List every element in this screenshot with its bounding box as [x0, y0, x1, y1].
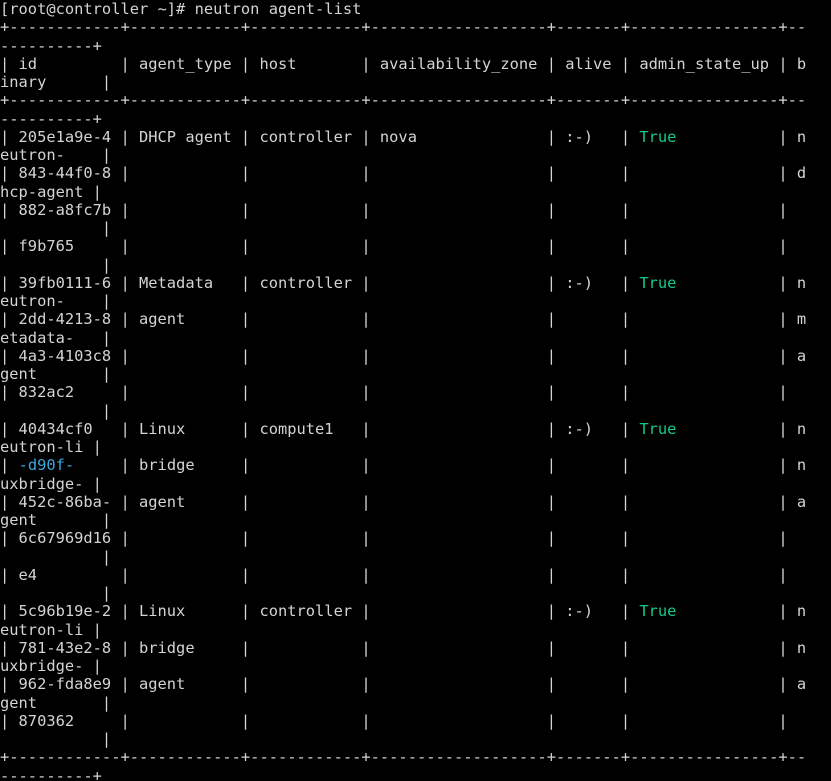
admin-state-value: True	[639, 602, 677, 621]
line-text: gent |	[0, 365, 112, 383]
output-line: +------------+------------+------------+…	[0, 18, 831, 36]
output-line: ----------+	[0, 37, 831, 55]
line-text: uxbridge- |	[0, 474, 102, 493]
output-line: etadata- |	[0, 329, 831, 347]
output-line: gent |	[0, 365, 831, 383]
output-line: |	[0, 584, 831, 602]
output-line: eutron- |	[0, 292, 831, 310]
terminal-window[interactable]: [root@controller ~]# neutron agent-list +…	[0, 0, 831, 781]
output-line: | 962-fda8e9 | agent | | | | | a	[0, 675, 831, 693]
output-line: gent |	[0, 511, 831, 529]
line-text: |	[0, 255, 112, 274]
line-text: | f9b765 | | | | | |	[0, 237, 788, 256]
line-text: | 832ac2 | | | | | |	[0, 383, 788, 402]
output-line: | 5c96b19e-2 | Linux | controller | | :-…	[0, 602, 831, 620]
output-line: | -d90f- | bridge | | | | | n	[0, 456, 831, 474]
line-text: | 40434cf0 | Linux | compute1 | | :-) |	[0, 419, 640, 438]
output-line: |	[0, 256, 831, 274]
line-text: ----------+	[0, 109, 102, 128]
line-text: | 5c96b19e-2 | Linux | controller | | :-…	[0, 602, 640, 621]
command-prompt-line: [root@controller ~]# neutron agent-list	[0, 0, 831, 18]
output-line: | f9b765 | | | | | |	[0, 237, 831, 255]
line-text: etadata- |	[0, 328, 112, 347]
line-text: eutron- |	[0, 292, 112, 310]
line-text: | 843-44f0-8 | | | | | | d	[0, 164, 807, 183]
line-text: | n	[676, 127, 807, 146]
output-line: | 39fb0111-6 | Metadata | controller | |…	[0, 274, 831, 292]
line-text: | id | agent_type | host | availability_…	[0, 54, 807, 73]
line-text: |	[0, 547, 112, 566]
output-line: | 452c-86ba- | agent | | | | | a	[0, 493, 831, 511]
output-line: uxbridge- |	[0, 657, 831, 675]
line-text: ----------+	[0, 766, 102, 781]
line-text: | 962-fda8e9 | agent | | | | | a	[0, 675, 807, 694]
line-text: uxbridge- |	[0, 657, 102, 675]
line-text: eutron-li |	[0, 620, 102, 639]
line-text: |	[0, 219, 112, 237]
line-text: +------------+------------+------------+…	[0, 91, 807, 110]
output-line: ----------+	[0, 110, 831, 128]
admin-state-value: True	[639, 127, 677, 146]
line-text: | 870362 | | | | | |	[0, 711, 788, 730]
output-line: | id | agent_type | host | availability_…	[0, 55, 831, 73]
line-text: | n	[676, 419, 807, 438]
line-text: | 205e1a9e-4 | DHCP agent | controller |…	[0, 127, 640, 146]
output-line: |	[0, 730, 831, 748]
admin-state-value: True	[639, 273, 677, 292]
line-text: | n	[676, 602, 807, 621]
admin-state-value: True	[639, 419, 677, 438]
line-text: |	[0, 584, 112, 602]
output-line: | 843-44f0-8 | | | | | | d	[0, 164, 831, 182]
line-text: | 2dd-4213-8 | agent | | | | | m	[0, 310, 807, 329]
output-line: hcp-agent |	[0, 183, 831, 201]
output-line: | 870362 | | | | | |	[0, 712, 831, 730]
line-text: | e4 | | | | | |	[0, 565, 788, 584]
line-text: inary |	[0, 73, 112, 91]
line-text: eutron-li |	[0, 438, 102, 456]
line-text: | 4a3-4103c8 | | | | | | a	[0, 346, 807, 365]
line-text: | bridge | | | | | n	[74, 456, 807, 475]
output-line: | 2dd-4213-8 | agent | | | | | m	[0, 310, 831, 328]
output-line: | 832ac2 | | | | | |	[0, 383, 831, 401]
line-text: ----------+	[0, 36, 102, 55]
output-line: | 205e1a9e-4 | DHCP agent | controller |…	[0, 128, 831, 146]
output-line: +------------+------------+------------+…	[0, 91, 831, 109]
line-text: |	[0, 730, 112, 748]
output-line: ----------+	[0, 767, 831, 781]
line-text: hcp-agent |	[0, 182, 102, 201]
line-text: gent |	[0, 511, 112, 529]
line-text: gent |	[0, 693, 112, 712]
line-text: [root@controller ~]# neutron agent-list	[0, 0, 362, 18]
output-line: uxbridge- |	[0, 475, 831, 493]
output-line: |	[0, 402, 831, 420]
highlighted-id-fragment: -d90f-	[18, 456, 75, 475]
output-line: | 4a3-4103c8 | | | | | | a	[0, 347, 831, 365]
output-line: |	[0, 219, 831, 237]
output-line: eutron- |	[0, 146, 831, 164]
output-line: | 40434cf0 | Linux | compute1 | | :-) | …	[0, 420, 831, 438]
output-line: | 882-a8fc7b | | | | | |	[0, 201, 831, 219]
output-line: | e4 | | | | | |	[0, 566, 831, 584]
line-text: | 6c67969d16 | | | | | |	[0, 529, 788, 548]
output-line: |	[0, 548, 831, 566]
line-text: |	[0, 401, 112, 420]
output-line: +------------+------------+------------+…	[0, 748, 831, 766]
output-line: gent |	[0, 694, 831, 712]
line-text: +------------+------------+------------+…	[0, 748, 807, 767]
output-line: eutron-li |	[0, 438, 831, 456]
output-line: inary |	[0, 73, 831, 91]
line-text: | 452c-86ba- | agent | | | | | a	[0, 492, 807, 511]
output-line: | 6c67969d16 | | | | | |	[0, 529, 831, 547]
line-text: +------------+------------+------------+…	[0, 18, 807, 37]
output-line: eutron-li |	[0, 621, 831, 639]
line-text: | 781-43e2-8 | bridge | | | | | n	[0, 638, 807, 657]
output-line: | 781-43e2-8 | bridge | | | | | n	[0, 639, 831, 657]
line-text: | 39fb0111-6 | Metadata | controller | |…	[0, 273, 640, 292]
line-text: eutron- |	[0, 146, 112, 164]
line-text: | n	[676, 273, 807, 292]
line-text: |	[0, 456, 19, 475]
line-text: | 882-a8fc7b | | | | | |	[0, 200, 788, 219]
